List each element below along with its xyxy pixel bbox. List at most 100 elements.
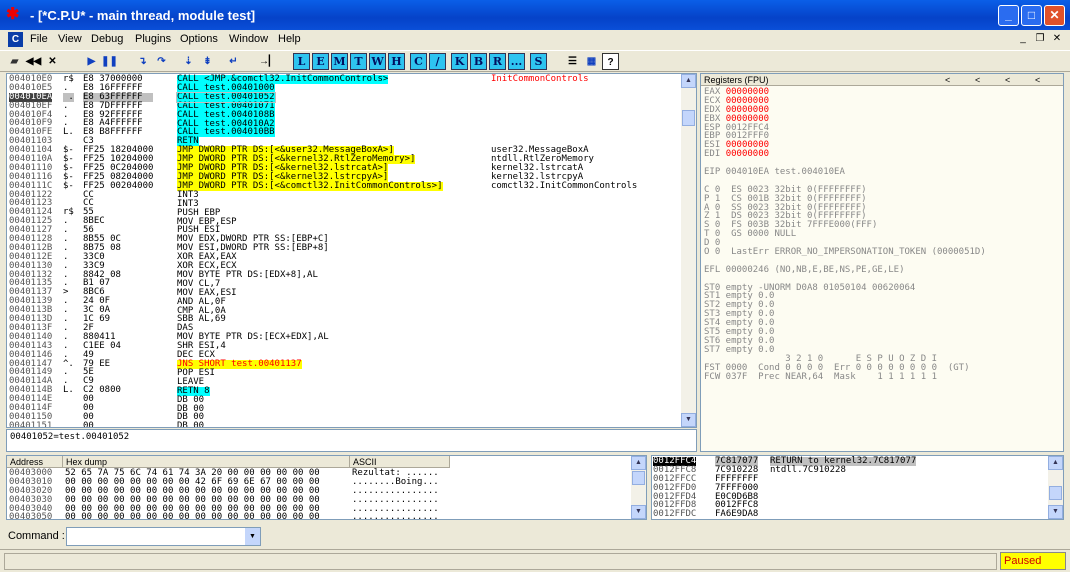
goto-icon[interactable]: →▏ [259,53,277,70]
executables-button[interactable]: E [312,53,329,70]
disasm-comment [491,262,637,271]
menu-plugins[interactable]: Plugins [135,33,171,45]
breakpoints-button[interactable]: B [470,53,487,70]
grid-icon[interactable]: ▦ [583,53,600,70]
disasm-comment [491,217,637,226]
disasm-comment [491,235,637,244]
call-stack-button[interactable]: K [451,53,468,70]
references-button[interactable]: R [489,53,506,70]
hex-dump-pane[interactable]: Address Hex dump ASCII 00403000 00403010 0… [6,455,647,520]
trace-over-icon[interactable]: ⇟ [199,53,216,70]
disasm-comment-column: InitCommonControls user32.MessageBoxA ntdl… [491,74,638,427]
disasm-comment [491,342,637,351]
scroll-thumb[interactable] [632,471,645,485]
source-button[interactable]: S [530,53,547,70]
handles-button[interactable]: H [388,53,405,70]
help-icon[interactable]: ? [602,53,619,70]
disasm-mark [63,422,74,427]
disasm-comment [491,324,637,333]
menu-view[interactable]: View [58,33,82,45]
dump-header-address[interactable]: Address [7,456,63,468]
menu-window[interactable]: Window [229,33,268,45]
mdi-minimize-icon[interactable]: _ [1016,33,1030,45]
memory-map-button[interactable]: M [331,53,348,70]
scroll-down-icon[interactable]: ▼ [1048,505,1063,519]
disasm-comment [491,208,637,217]
scroll-thumb[interactable] [1049,486,1062,500]
disasm-scrollbar[interactable]: ▲ ▼ [681,74,696,427]
run-icon[interactable]: ▶ [83,53,100,70]
mdi-restore-icon[interactable]: ❐ [1033,33,1047,45]
threads-button[interactable]: T [350,53,367,70]
menu-file[interactable]: File [30,33,48,45]
stack-comment: ntdll.7C910228 [770,464,846,475]
disasm-comment [491,279,637,288]
bug-icon[interactable]: ✱ [6,7,22,23]
list-icon[interactable]: ☰ [564,53,581,70]
disasm-comment [491,288,637,297]
scroll-up-icon[interactable]: ▲ [631,456,646,470]
cpu-window-icon[interactable]: C [8,32,23,47]
status-message [4,553,997,570]
stack-scrollbar[interactable]: ▲ ▼ [1048,456,1063,519]
rewind-icon[interactable]: ◀◀ [25,53,42,70]
menu-options[interactable]: Options [180,33,218,45]
run-trace-button[interactable]: ... [508,53,525,70]
registers-pane[interactable]: Registers (FPU) < < < < EAX 00000000 ECX … [700,73,1064,452]
menu-help[interactable]: Help [278,33,301,45]
scroll-up-icon[interactable]: ▲ [681,74,696,88]
scroll-up-icon[interactable]: ▲ [1048,456,1063,470]
stack-pane[interactable]: 0012FFC4 0012FFC8 0012FFCC 0012FFD0 0012FFD4… [651,455,1064,520]
trace-into-icon[interactable]: ⇣ [180,53,197,70]
disasm-instruction-column: CALL <JMP.&comctl32.InitCommonControls> C… [176,75,443,427]
dump-scrollbar[interactable]: ▲ ▼ [631,456,646,519]
register-line: T 0 GS 0000 NULL [704,229,797,240]
scroll-down-icon[interactable]: ▼ [631,505,646,519]
open-folder-icon[interactable]: ▰ [6,53,23,70]
disasm-comment: InitCommonControls [491,74,589,84]
disasm-comment [491,84,637,93]
title-bar[interactable]: ✱ - [*C.P.U* - main thread, module test]… [0,0,1070,30]
chevron-down-icon[interactable]: ▼ [245,528,260,545]
prev-icon[interactable]: < [945,74,950,86]
disasm-comment [491,128,637,137]
menu-bar: C File View Debug Plugins Options Window… [0,30,1070,50]
patches-button[interactable]: / [429,53,446,70]
register-line: EIP 004010EA test.004010EA [704,167,845,178]
stack-address-column: 0012FFC4 0012FFC8 0012FFCC 0012FFD0 0012FFD4… [653,457,697,519]
prev-icon[interactable]: < [1005,74,1010,86]
cpu-button[interactable]: C [410,53,427,70]
registers-header[interactable]: Registers (FPU) < < < < [701,74,1063,86]
dump-header-hex[interactable]: Hex dump [63,456,350,468]
scroll-down-icon[interactable]: ▼ [681,413,696,427]
disassembly-pane[interactable]: 004010E0 004010E5 004010EA 004010EF 004010F4… [6,73,697,428]
windows-button[interactable]: W [369,53,386,70]
scroll-thumb[interactable] [682,110,695,126]
step-into-icon[interactable]: ↴ [134,53,151,70]
command-input[interactable]: ▼ [66,527,261,546]
pause-icon[interactable]: ❚❚ [101,53,118,70]
registers-title: Registers (FPU) [704,75,769,85]
register-line: FCW 037F Prec NEAR,64 Mask 1 1 1 1 1 1 [704,371,937,382]
prev-icon[interactable]: < [975,74,980,86]
close-button[interactable]: ✕ [1044,5,1065,26]
maximize-button[interactable]: □ [1021,5,1042,26]
log-window-button[interactable]: L [293,53,310,70]
stack-comment [770,475,916,484]
prev-icon[interactable]: < [1035,74,1040,86]
mdi-close-icon[interactable]: ✕ [1050,33,1064,45]
step-over-icon[interactable]: ↷ [153,53,170,70]
register-lines: EAX 00000000 ECX 00000000 EDX 00000000 EBX … [704,88,986,381]
disasm-comment [491,253,637,262]
disasm-comment [491,199,637,208]
disasm-marks-column: r$. .. . . L. $- $- $- $- $- r$. . . . . . .… [63,75,74,427]
minimize-button[interactable]: _ [998,5,1019,26]
close-debuggee-icon[interactable]: ✕ [44,53,61,70]
dump-header-ascii[interactable]: ASCII [350,456,450,468]
execute-till-return-icon[interactable]: ↵ [225,53,242,70]
disasm-comment [491,315,637,324]
menu-debug[interactable]: Debug [91,33,123,45]
disasm-comment [491,386,637,395]
disasm-comment: comctl32.InitCommonControls [491,180,638,191]
disasm-hex: 00 [83,420,94,428]
